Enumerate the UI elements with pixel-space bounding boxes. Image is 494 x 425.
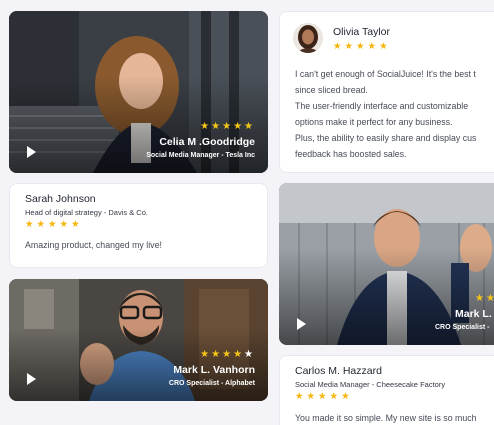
testimonial-text: You made it so simple. My new site is so… xyxy=(295,413,477,423)
video-caption: ★★ Mark L. V CRO Specialist - xyxy=(435,293,494,333)
reviewer-name: Carlos M. Hazzard xyxy=(295,365,382,377)
testimonial-line: I can't get enough of SocialJuice! It's … xyxy=(295,69,476,79)
video-card-celia[interactable]: ★★★★★ Celia M .Goodridge Social Media Ma… xyxy=(9,11,268,173)
video-card-mark-right[interactable]: ★★ Mark L. V CRO Specialist - xyxy=(279,183,494,345)
reviewer-role: CRO Specialist - xyxy=(435,324,490,331)
rating-stars: ★★★★★ xyxy=(333,41,391,52)
testimonial-text: I can't get enough of SocialJuice! It's … xyxy=(295,66,476,162)
reviewer-name: Celia M .Goodridge xyxy=(159,136,255,148)
testimonial-line: Plus, the ability to easily share and di… xyxy=(295,133,477,143)
avatar xyxy=(293,23,323,53)
testimonial-card-sarah: Sarah Johnson Head of digital strategy -… xyxy=(9,183,268,268)
testimonial-line: The user-friendly interface and customiz… xyxy=(295,101,469,111)
reviewer-name: Olivia Taylor xyxy=(333,26,390,38)
reviewer-name: Sarah Johnson xyxy=(25,193,96,205)
rating-stars: ★★★★★ xyxy=(169,349,255,361)
video-caption: ★★★★★ Mark L. Vanhorn CRO Specialist - A… xyxy=(169,349,255,389)
testimonial-line: feedback has boosted sales. xyxy=(295,149,407,159)
testimonial-card-carlos: Carlos M. Hazzard Social Media Manager -… xyxy=(279,355,494,425)
testimonial-card-olivia: Olivia Taylor ★★★★★ I can't get enough o… xyxy=(279,11,494,173)
testimonial-text: Amazing product, changed my live! xyxy=(25,240,162,250)
reviewer-role: Social Media Manager - Tesla Inc xyxy=(146,152,255,159)
video-caption: ★★★★★ Celia M .Goodridge Social Media Ma… xyxy=(146,121,255,161)
video-card-mark-left[interactable]: ★★★★★ Mark L. Vanhorn CRO Specialist - A… xyxy=(9,279,268,401)
rating-stars: ★★★★★ xyxy=(200,121,255,132)
rating-stars: ★★ xyxy=(475,293,494,304)
play-icon[interactable] xyxy=(27,146,36,158)
reviewer-name: Mark L. V xyxy=(455,308,494,320)
reviewer-role: CRO Specialist - Alphabet xyxy=(168,380,255,387)
rating-stars: ★★★★★ xyxy=(25,219,83,230)
reviewer-role: Head of digital strategy - Davis & Co. xyxy=(25,208,148,217)
play-icon[interactable] xyxy=(297,318,306,330)
testimonial-line: since sliced bread. xyxy=(295,85,368,95)
reviewer-name: Mark L. Vanhorn xyxy=(173,364,255,376)
testimonial-line: options make it perfect for any business… xyxy=(295,117,453,127)
reviewer-role: Social Media Manager - Cheesecake Factor… xyxy=(295,380,446,389)
rating-stars-empty: ★ xyxy=(244,349,255,360)
rating-stars: ★★★★★ xyxy=(295,391,353,402)
rating-stars-filled: ★★★★ xyxy=(200,349,245,360)
play-icon[interactable] xyxy=(27,373,36,385)
